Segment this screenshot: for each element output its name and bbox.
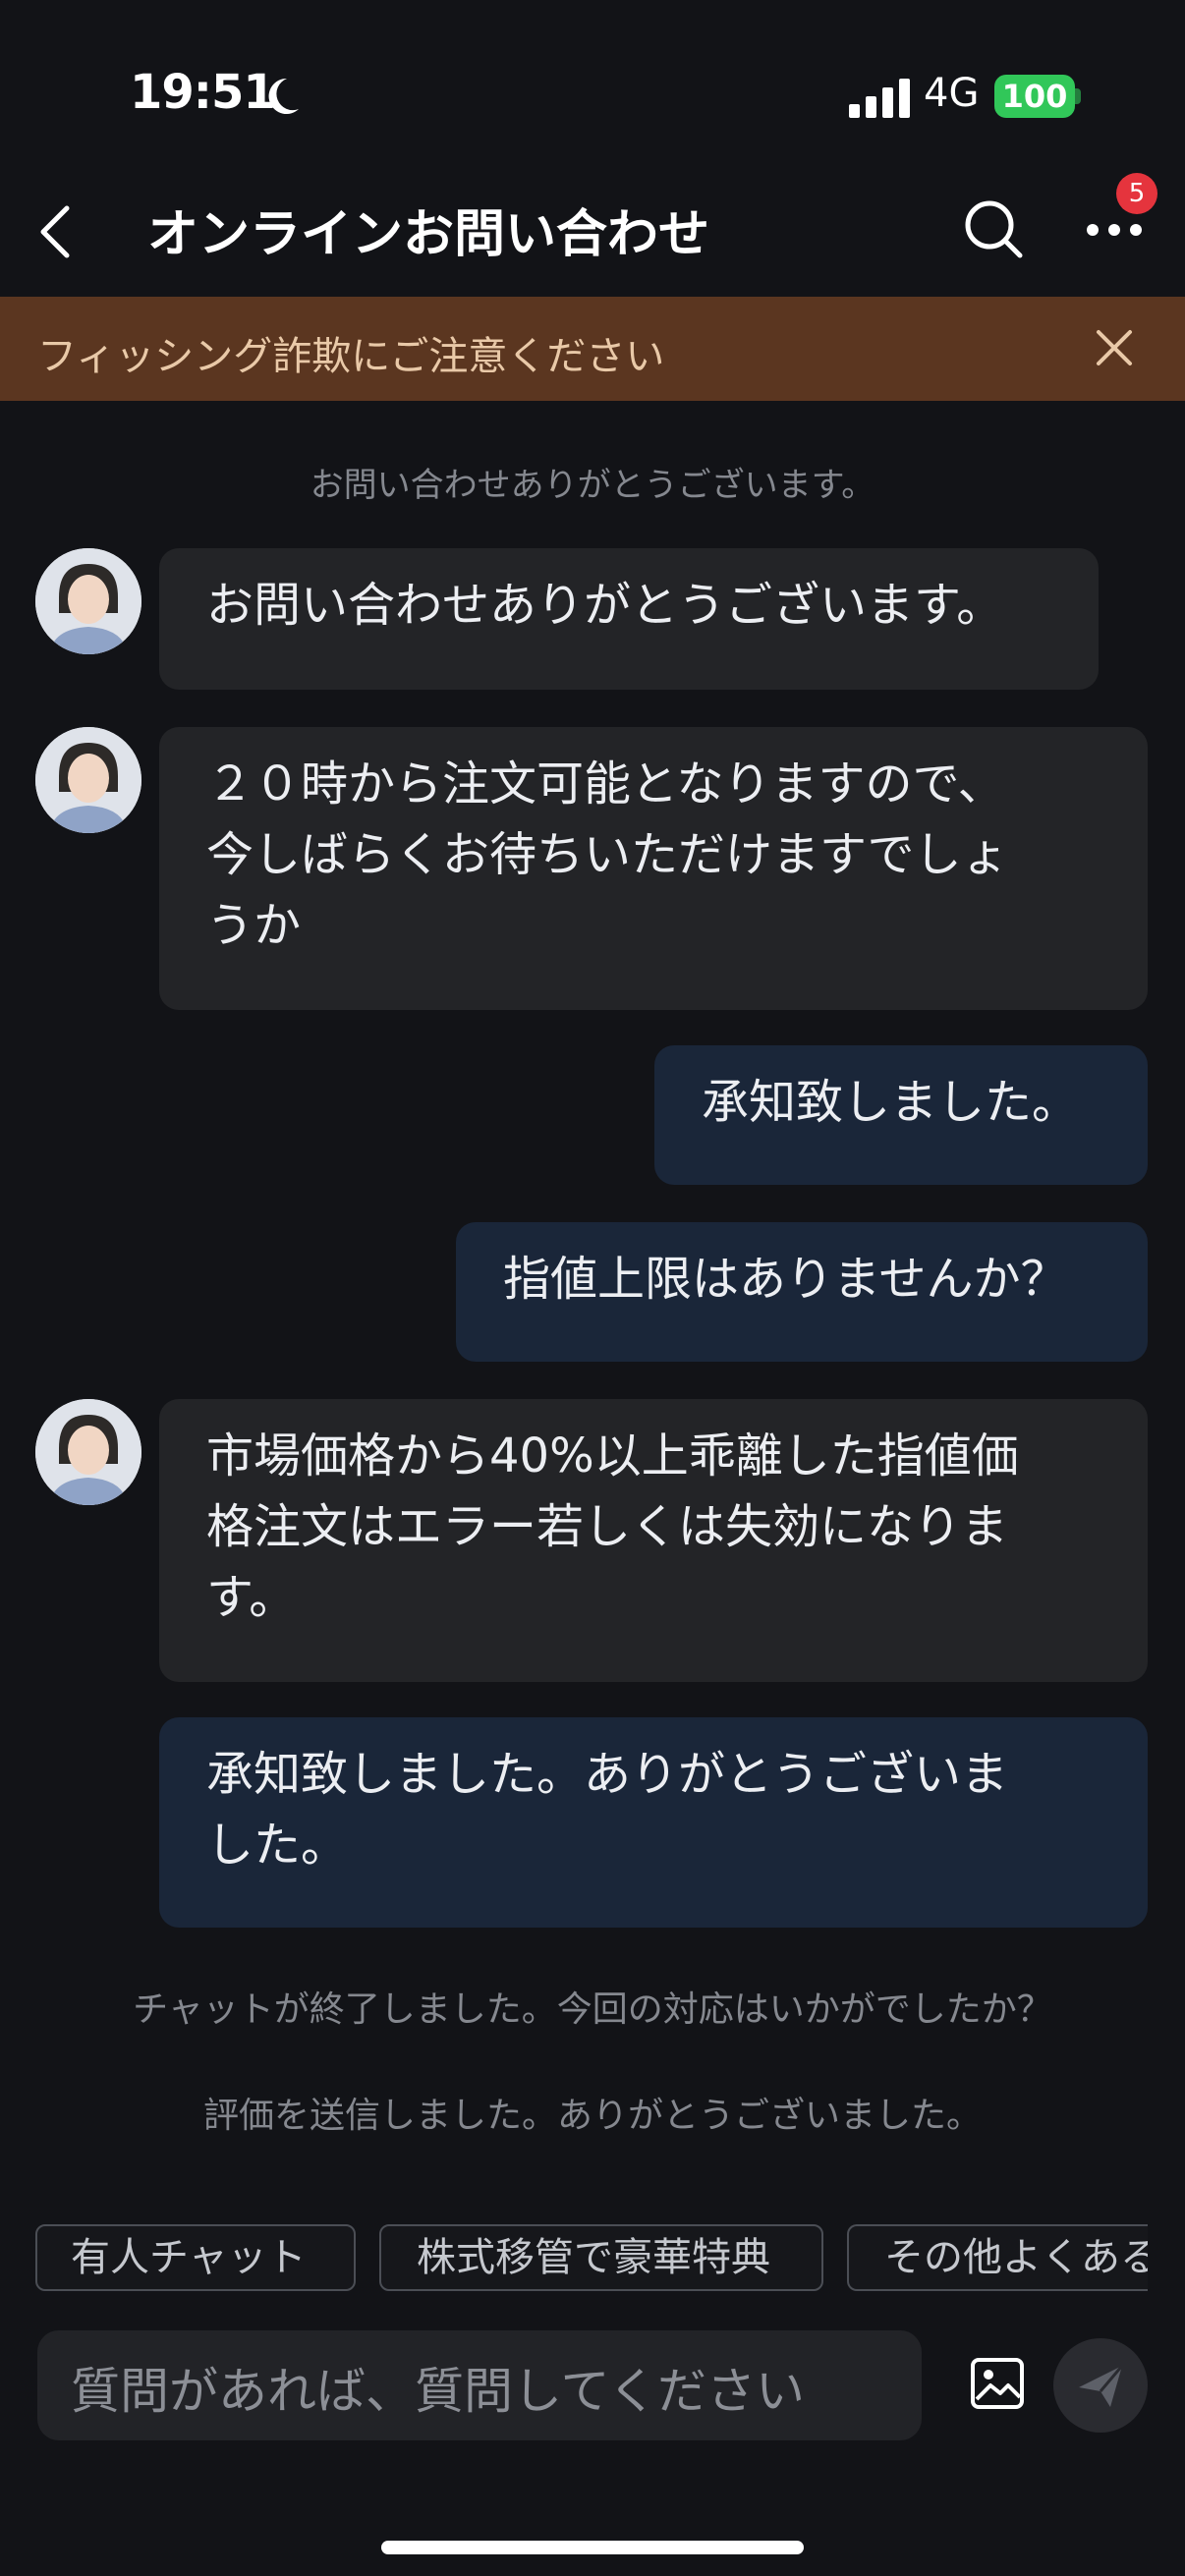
back-arrow-icon[interactable] [33, 202, 77, 261]
home-indicator [381, 2541, 804, 2554]
send-button[interactable] [1053, 2338, 1148, 2433]
agent-avatar [35, 548, 141, 654]
agent-avatar [35, 1399, 141, 1505]
more-options-icon[interactable] [1085, 222, 1144, 238]
status-time: 19:51 [130, 65, 276, 120]
system-message: チャットが終了しました。今回の対応はいかがでしたか？ [133, 1989, 1052, 2030]
notification-badge: 5 [1116, 173, 1157, 214]
message-text-line: 市場価格から40%以上乖離した指値価 [206, 1428, 1019, 1484]
network-type: 4G [924, 71, 980, 116]
user-message: 承知致しました。ありがとうございま した。 [159, 1717, 1148, 1928]
message-text: 承知致しました。 [702, 1075, 1080, 1130]
battery-icon: 100 [994, 75, 1075, 118]
agent-message: お問い合わせありがとうございます。 [159, 548, 1099, 690]
agent-avatar-icon [35, 548, 141, 654]
message-text-line: うか [206, 898, 302, 953]
agent-message: 市場価格から40%以上乖離した指値価 格注文はエラー若しくは失効になりま す。 [159, 1399, 1148, 1682]
send-icon [1079, 2365, 1124, 2407]
signal-icon [849, 79, 910, 118]
warning-banner-text: フィッシング詐欺にご注意ください [37, 334, 665, 379]
message-text-line: ２０時から注文可能となりますので、 [206, 756, 1005, 812]
message-text: 指値上限はありませんか？ [503, 1252, 1068, 1307]
moon-icon [268, 78, 299, 114]
image-upload-icon[interactable] [969, 2356, 1026, 2411]
quick-reply-chip[interactable]: その他よくある [847, 2224, 1148, 2291]
agent-message: ２０時から注文可能となりますので、 今しばらくお待ちいただけますでしょ うか [159, 727, 1148, 1010]
quick-reply-chip[interactable]: 株式移管で豪華特典 [379, 2224, 823, 2291]
agent-avatar [35, 727, 141, 833]
message-text-line: 今しばらくお待ちいただけますでしょ [206, 827, 1009, 882]
user-message: 承知致しました。 [654, 1045, 1148, 1185]
agent-avatar-icon [35, 1399, 141, 1505]
message-text-line: す。 [206, 1570, 297, 1625]
message-input-placeholder: 質問があれば、質問してください [71, 2363, 805, 2420]
message-text-line: 承知致しました。ありがとうございま [206, 1747, 1009, 1802]
page-title: オンラインお問い合わせ [147, 205, 710, 264]
user-message: 指値上限はありませんか？ [456, 1222, 1148, 1362]
message-text-line: 格注文はエラー若しくは失効になりま [206, 1499, 1009, 1554]
agent-avatar-icon [35, 727, 141, 833]
search-icon[interactable] [963, 198, 1024, 259]
system-message: 評価を送信しました。ありがとうございました。 [202, 2096, 982, 2136]
quick-reply-chip[interactable]: 有人チャット [35, 2224, 356, 2291]
message-text: お問い合わせありがとうございます。 [206, 578, 1004, 633]
message-text-line: した。 [206, 1818, 349, 1873]
battery-tip [1075, 88, 1081, 104]
close-icon[interactable] [1091, 324, 1138, 371]
system-message: お問い合わせありがとうございます。 [310, 466, 875, 505]
